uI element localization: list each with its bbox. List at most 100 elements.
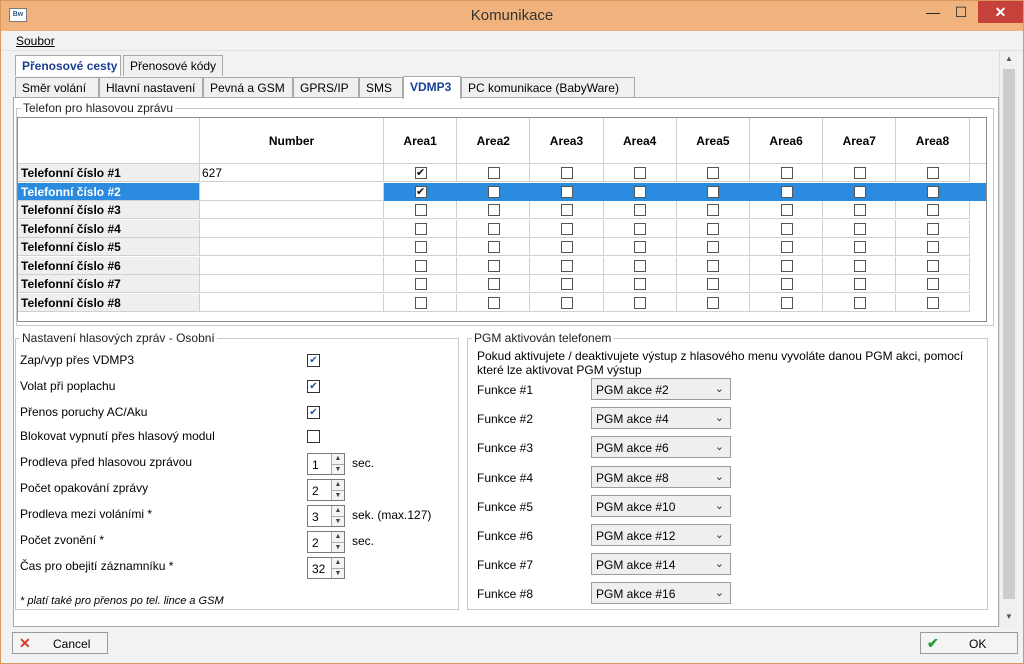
- area-checkbox[interactable]: [780, 259, 793, 272]
- area-checkbox[interactable]: [414, 296, 427, 309]
- voice-checkbox[interactable]: [307, 430, 320, 443]
- area-checkbox[interactable]: [561, 204, 573, 216]
- scroll-up-icon[interactable]: ▲: [1000, 51, 1018, 67]
- area-checkbox[interactable]: [414, 222, 427, 235]
- area-checkbox[interactable]: [634, 259, 647, 272]
- area-checkbox[interactable]: [487, 296, 500, 309]
- spin-up-icon[interactable]: ▲: [331, 532, 344, 542]
- area-checkbox[interactable]: [927, 241, 939, 253]
- tab-smer-volani[interactable]: Směr volání: [15, 77, 99, 98]
- area-checkbox[interactable]: [853, 241, 866, 253]
- area-checkbox[interactable]: [634, 204, 647, 216]
- area-checkbox[interactable]: [780, 278, 793, 290]
- area-checkbox[interactable]: [853, 204, 866, 216]
- pgm-action-select[interactable]: PGM akce #6 ⌄: [591, 436, 731, 459]
- spin-down-icon[interactable]: ▼: [331, 490, 344, 500]
- spin-up-icon[interactable]: ▲: [331, 454, 344, 464]
- voice-checkbox[interactable]: ✔: [307, 354, 320, 367]
- area-checkbox[interactable]: [561, 259, 573, 272]
- close-button[interactable]: ✕: [978, 1, 1023, 23]
- tab-hlavni-nastaveni[interactable]: Hlavní nastavení: [99, 77, 203, 98]
- spin-down-icon[interactable]: ▼: [331, 464, 344, 474]
- area-checkbox[interactable]: [707, 296, 720, 309]
- maximize-button[interactable]: ☐: [947, 1, 975, 23]
- voice-spin-input[interactable]: 2 ▲ ▼: [307, 531, 345, 553]
- pgm-action-select[interactable]: PGM akce #8 ⌄: [591, 465, 731, 488]
- pgm-action-select[interactable]: PGM akce #14 ⌄: [591, 553, 731, 576]
- area-checkbox[interactable]: [853, 185, 866, 198]
- ok-button[interactable]: ✔ OK: [920, 632, 1018, 654]
- area-checkbox[interactable]: [707, 222, 720, 235]
- area-checkbox[interactable]: [927, 278, 939, 290]
- spin-down-icon[interactable]: ▼: [331, 516, 344, 526]
- voice-spin-input[interactable]: 1 ▲ ▼: [307, 453, 345, 475]
- pgm-action-select[interactable]: PGM akce #16 ⌄: [591, 582, 731, 605]
- area-checkbox[interactable]: [487, 241, 500, 253]
- area-checkbox[interactable]: [780, 296, 793, 309]
- tab-pevna-gsm[interactable]: Pevná a GSM: [203, 77, 293, 98]
- phone-number-cell[interactable]: [200, 275, 384, 293]
- tab-sms[interactable]: SMS: [359, 77, 403, 98]
- cancel-button[interactable]: ✕ Cancel: [12, 632, 108, 654]
- area-checkbox[interactable]: [561, 278, 573, 290]
- area-checkbox[interactable]: [853, 167, 866, 179]
- area-checkbox[interactable]: [780, 185, 793, 198]
- area-checkbox[interactable]: [853, 296, 866, 309]
- area-checkbox[interactable]: [927, 204, 939, 216]
- area-checkbox[interactable]: [927, 185, 939, 198]
- area-checkbox[interactable]: [927, 296, 939, 309]
- area-checkbox[interactable]: [561, 296, 573, 309]
- phone-number-cell[interactable]: [200, 182, 384, 201]
- area-checkbox[interactable]: [487, 222, 500, 235]
- area-checkbox[interactable]: [853, 259, 866, 272]
- tab-prenosove-kody[interactable]: Přenosové kódy: [123, 55, 223, 76]
- tab-gprs-ip[interactable]: GPRS/IP: [293, 77, 359, 98]
- pgm-action-select[interactable]: PGM akce #2 ⌄: [591, 378, 731, 400]
- area-checkbox[interactable]: [707, 204, 720, 216]
- area-checkbox[interactable]: [707, 241, 720, 253]
- area-checkbox[interactable]: [634, 278, 647, 290]
- area-checkbox[interactable]: [634, 185, 647, 198]
- area-checkbox[interactable]: [561, 222, 573, 235]
- area-checkbox[interactable]: [853, 278, 866, 290]
- area-checkbox[interactable]: [487, 259, 500, 272]
- area-checkbox[interactable]: [707, 185, 720, 198]
- area-checkbox[interactable]: [487, 167, 500, 179]
- spin-down-icon[interactable]: ▼: [331, 542, 344, 552]
- area-checkbox[interactable]: [853, 222, 866, 235]
- area-checkbox[interactable]: ✔: [414, 185, 427, 198]
- area-checkbox[interactable]: [707, 259, 720, 272]
- phone-number-cell[interactable]: [200, 238, 384, 256]
- spin-up-icon[interactable]: ▲: [331, 480, 344, 490]
- phone-number-cell[interactable]: [200, 293, 384, 312]
- area-checkbox[interactable]: [414, 241, 427, 253]
- phone-number-cell[interactable]: [200, 256, 384, 275]
- menu-file[interactable]: Soubor: [16, 34, 55, 48]
- area-checkbox[interactable]: [414, 204, 427, 216]
- phone-number-cell[interactable]: 627: [200, 164, 384, 182]
- area-checkbox[interactable]: [927, 259, 939, 272]
- voice-checkbox[interactable]: ✔: [307, 406, 320, 419]
- spin-up-icon[interactable]: ▲: [331, 506, 344, 516]
- area-checkbox[interactable]: ✔: [414, 167, 427, 179]
- area-checkbox[interactable]: [707, 167, 720, 179]
- area-checkbox[interactable]: [927, 222, 939, 235]
- area-checkbox[interactable]: [561, 167, 573, 179]
- area-checkbox[interactable]: [487, 204, 500, 216]
- area-checkbox[interactable]: [634, 167, 647, 179]
- tab-vdmp3[interactable]: VDMP3: [403, 76, 461, 99]
- area-checkbox[interactable]: [707, 278, 720, 290]
- tab-prenosove-cesty[interactable]: Přenosové cesty: [15, 55, 121, 76]
- voice-spin-input[interactable]: 3 ▲ ▼: [307, 505, 345, 527]
- voice-checkbox[interactable]: ✔: [307, 380, 320, 393]
- tab-pc-komunikace[interactable]: PC komunikace (BabyWare): [461, 77, 635, 98]
- voice-spin-input[interactable]: 32 ▲ ▼: [307, 557, 345, 579]
- spin-down-icon[interactable]: ▼: [331, 568, 344, 578]
- area-checkbox[interactable]: [561, 185, 573, 198]
- phone-number-cell[interactable]: [200, 201, 384, 219]
- scroll-down-icon[interactable]: ▼: [1000, 609, 1018, 625]
- area-checkbox[interactable]: [780, 241, 793, 253]
- area-checkbox[interactable]: [634, 296, 647, 309]
- area-checkbox[interactable]: [780, 222, 793, 235]
- area-checkbox[interactable]: [634, 222, 647, 235]
